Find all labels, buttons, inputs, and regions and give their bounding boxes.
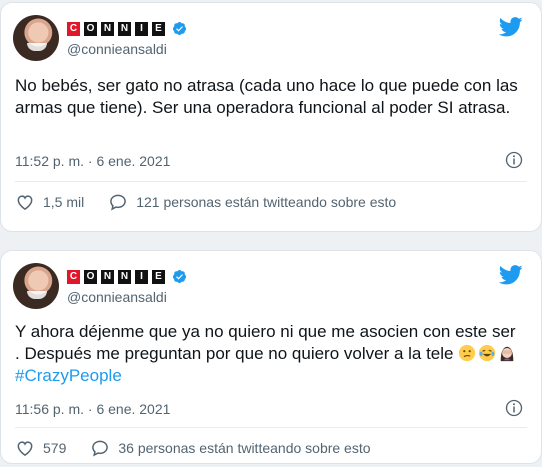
name-letter: C	[67, 21, 80, 36]
avatar[interactable]	[13, 15, 59, 61]
tweet-actions: 579 36 personas están twitteando sobre e…	[15, 438, 371, 458]
name-letter: N	[101, 269, 114, 284]
verified-badge-icon	[172, 269, 187, 284]
like-button[interactable]: 1,5 mil	[15, 192, 84, 212]
speech-bubble-icon	[110, 194, 127, 211]
display-name[interactable]: C O N N I E	[67, 269, 187, 284]
name-letter: N	[101, 21, 114, 36]
info-icon[interactable]	[505, 399, 523, 417]
tweet-actions: 1,5 mil 121 personas están twitteando so…	[15, 192, 396, 212]
tweet-text: No bebés, ser gato no atrasa (cada uno h…	[15, 76, 518, 117]
conversation-label: 36 personas están twitteando sobre esto	[118, 440, 371, 456]
name-letter: I	[135, 21, 148, 36]
speech-bubble-icon	[92, 440, 109, 457]
conversation-link[interactable]: 121 personas están twitteando sobre esto	[108, 192, 396, 212]
facepalm-woman-icon	[500, 346, 514, 362]
name-letter: N	[118, 269, 131, 284]
timestamp[interactable]: 11:56 p. m. · 6 ene. 2021	[15, 401, 170, 417]
divider	[15, 427, 527, 428]
name-letter: I	[135, 269, 148, 284]
display-name[interactable]: C O N N I E	[67, 21, 187, 36]
timestamp[interactable]: 11:52 p. m. · 6 ene. 2021	[15, 153, 170, 169]
tweet-card-1[interactable]: C O N N I E @connieansaldi No bebés, ser…	[0, 2, 542, 232]
conversation-link[interactable]: 36 personas están twitteando sobre esto	[90, 438, 371, 458]
name-letter: C	[67, 269, 80, 284]
heart-icon	[17, 195, 33, 210]
tweet-text-content: Y ahora déjenme que ya no quiero ni que …	[15, 322, 516, 363]
verified-badge-icon	[172, 21, 187, 36]
tweet-card-2[interactable]: C O N N I E @connieansaldi Y ahora déjen…	[0, 250, 542, 464]
avatar[interactable]	[13, 263, 59, 309]
confused-face-icon	[459, 344, 476, 362]
user-handle[interactable]: @connieansaldi	[67, 289, 167, 305]
twitter-logo-icon[interactable]	[499, 265, 523, 285]
hashtag-link[interactable]: #CrazyPeople	[15, 366, 122, 385]
tweet-text: Y ahora déjenme que ya no quiero ni que …	[15, 321, 525, 387]
twitter-logo-icon[interactable]	[499, 17, 523, 37]
conversation-label: 121 personas están twitteando sobre esto	[136, 194, 397, 210]
name-letter: N	[118, 21, 131, 36]
info-icon[interactable]	[505, 151, 523, 169]
like-count: 579	[43, 440, 67, 456]
name-letter: O	[84, 269, 97, 284]
name-letter: O	[84, 21, 97, 36]
laughing-tears-face-icon	[479, 344, 496, 362]
divider	[15, 181, 527, 182]
heart-icon	[17, 441, 33, 456]
like-count: 1,5 mil	[43, 194, 85, 210]
name-letter: E	[152, 269, 165, 284]
like-button[interactable]: 579	[15, 438, 66, 458]
name-letter: E	[152, 21, 165, 36]
user-handle[interactable]: @connieansaldi	[67, 41, 167, 57]
